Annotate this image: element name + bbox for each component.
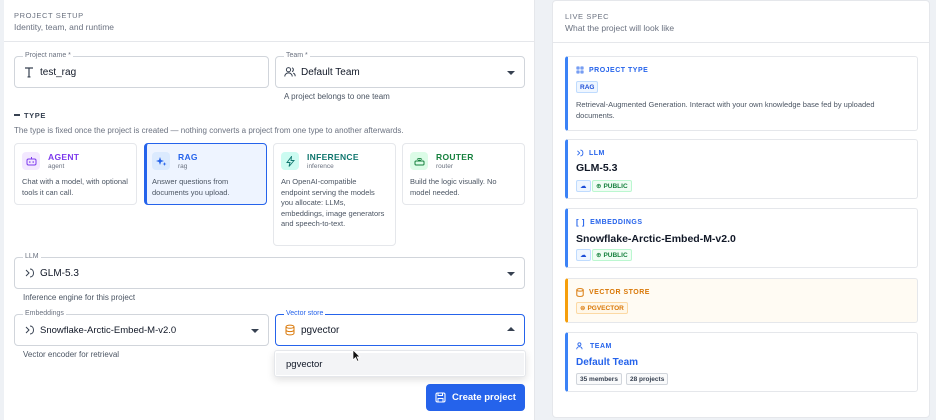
- mouse-cursor-icon: [352, 349, 361, 362]
- project-type-chip: RAG: [576, 81, 599, 93]
- live-spec-title: LIVE SPEC: [565, 12, 610, 21]
- members-chip: 35 members: [576, 373, 622, 385]
- cloud-icon: ☁: [576, 180, 591, 192]
- spec-project-type: PROJECT TYPE RAG Retrieval-Augmented Gen…: [565, 56, 918, 131]
- spec-heading: TEAM: [576, 342, 612, 350]
- database-icon: [285, 324, 295, 336]
- type-card-agent[interactable]: AGENT agent Chat with a model, with opti…: [14, 143, 137, 205]
- type-title: TYPE: [24, 111, 46, 120]
- cloud-icon: ☁: [576, 249, 591, 261]
- collapse-icon[interactable]: [14, 114, 20, 116]
- router-icon: [410, 152, 428, 170]
- team-value: Default Team: [301, 66, 360, 78]
- public-chip-label: PUBLIC: [603, 251, 628, 259]
- spec-embeddings: [ ] EMBEDDINGS Snowflake-Arctic-Embed-M-…: [565, 208, 918, 268]
- vector-store-option[interactable]: pgvector: [276, 353, 524, 375]
- spec-heading: [ ] EMBEDDINGS: [576, 218, 643, 227]
- llm-brain-icon: [24, 268, 35, 279]
- create-project-label: Create project: [452, 392, 516, 403]
- project-name-input[interactable]: test_rag: [40, 57, 76, 87]
- type-card-desc: Chat with a model, with optional tools i…: [22, 177, 128, 197]
- spec-vector-store-heading: VECTOR STORE: [589, 289, 650, 296]
- type-card-sub: rag: [178, 163, 188, 170]
- text-icon: [24, 67, 34, 78]
- type-card-router[interactable]: ROUTER router Build the logic visually. …: [402, 143, 525, 205]
- vector-store-select[interactable]: Vector store pgvector: [275, 309, 525, 346]
- embeddings-value: Snowflake-Arctic-Embed-M-v2.0: [40, 324, 177, 336]
- vector-store-value: pgvector: [301, 324, 340, 336]
- type-card-rag[interactable]: RAG rag Answer questions from documents …: [144, 143, 267, 205]
- type-card-title: AGENT: [48, 152, 80, 162]
- save-icon: [435, 392, 446, 403]
- project-type-desc: Retrieval-Augmented Generation. Interact…: [576, 100, 875, 120]
- spec-vector-store: VECTOR STORE ⊜ PGVECTOR: [565, 278, 918, 323]
- type-card-desc: Build the logic visually. No model neede…: [410, 177, 497, 197]
- embeddings-icon: [24, 325, 35, 336]
- create-project-button[interactable]: Create project: [426, 384, 525, 411]
- public-chip: ⊕ PUBLIC: [592, 249, 632, 261]
- type-card-sub: inference: [307, 163, 334, 170]
- type-card-inference[interactable]: INFERENCE inference An OpenAI-compatible…: [273, 143, 396, 246]
- users-icon: [284, 67, 296, 78]
- spec-team-link[interactable]: Default Team: [576, 357, 638, 368]
- llm-label: LLM: [23, 252, 41, 262]
- spec-team-heading: TEAM: [590, 342, 612, 350]
- llm-select[interactable]: LLM GLM-5.3: [14, 252, 525, 289]
- robot-icon: [22, 152, 40, 170]
- spec-embeddings-name: Snowflake-Arctic-Embed-M-v2.0: [576, 233, 736, 245]
- type-card-sub: agent: [48, 163, 65, 170]
- vector-store-dropdown: pgvector: [274, 350, 526, 377]
- spec-llm-name: GLM-5.3: [576, 162, 618, 174]
- sparkles-icon: [152, 152, 170, 170]
- team-helper: A project belongs to one team: [284, 92, 390, 101]
- spec-team: TEAM Default Team 35 members 28 projects: [565, 332, 918, 392]
- spec-heading: VECTOR STORE: [576, 288, 650, 297]
- chevron-down-icon: [251, 329, 259, 333]
- type-card-sub: router: [436, 163, 453, 170]
- spec-llm: LLM GLM-5.3 ☁ ⊕ PUBLIC: [565, 139, 918, 199]
- vector-store-chip: ⊜ PGVECTOR: [576, 302, 628, 314]
- type-card-desc: Answer questions from documents you uplo…: [152, 177, 230, 197]
- embeddings-select[interactable]: Embeddings Snowflake-Arctic-Embed-M-v2.0: [14, 309, 269, 346]
- spec-heading: LLM: [576, 149, 605, 157]
- chevron-down-icon: [507, 71, 515, 75]
- spec-heading: PROJECT TYPE: [576, 66, 648, 74]
- database-icon: [576, 288, 584, 297]
- llm-value: GLM-5.3: [40, 267, 79, 279]
- users-icon: [576, 342, 583, 350]
- vector-store-chip-label: PGVECTOR: [587, 304, 624, 312]
- chevron-up-icon: [507, 327, 515, 331]
- public-chip-label: PUBLIC: [603, 182, 628, 190]
- public-chip: ⊕ PUBLIC: [592, 180, 632, 192]
- live-spec-subtitle: What the project will look like: [565, 23, 675, 33]
- llm-icon: [577, 149, 584, 157]
- bolt-icon: [281, 152, 299, 170]
- projects-chip: 28 projects: [626, 373, 669, 385]
- project-setup-subtitle: Identity, team, and runtime: [14, 22, 115, 32]
- spec-project-type-heading: PROJECT TYPE: [589, 66, 649, 74]
- type-card-title: RAG: [178, 152, 198, 162]
- type-note: The type is fixed once the project is cr…: [14, 126, 404, 135]
- team-select[interactable]: Team * Default Team: [275, 51, 525, 88]
- type-card-title: INFERENCE: [307, 152, 359, 162]
- live-spec-panel: LIVE SPEC What the project will look lik…: [552, 0, 930, 418]
- embeddings-helper: Vector encoder for retrieval: [23, 350, 120, 359]
- llm-helper: Inference engine for this project: [23, 293, 136, 302]
- project-name-field[interactable]: Project name * test_rag: [14, 51, 269, 88]
- type-card-title: ROUTER: [436, 152, 474, 162]
- chevron-down-icon: [507, 272, 515, 276]
- grid-icon: [576, 66, 584, 74]
- spec-embeddings-heading: EMBEDDINGS: [590, 219, 643, 226]
- spec-llm-heading: LLM: [589, 149, 605, 157]
- type-card-desc: An OpenAI-compatible endpoint serving th…: [281, 177, 385, 228]
- divider: [553, 42, 929, 43]
- brackets-icon: [ ]: [576, 218, 586, 227]
- divider: [4, 41, 534, 42]
- project-setup-title: PROJECT SETUP: [14, 11, 84, 20]
